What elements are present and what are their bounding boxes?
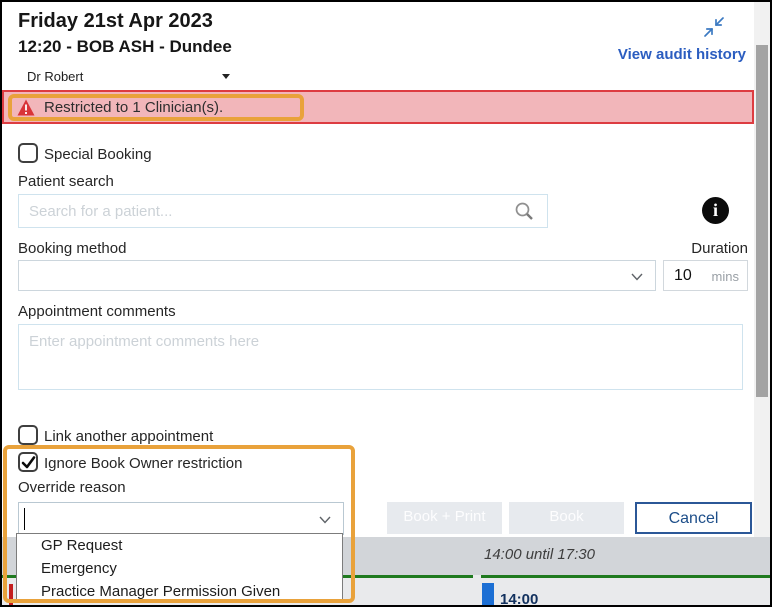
timeline-slot-marker — [482, 583, 494, 605]
ignore-restriction-checkbox[interactable] — [18, 452, 38, 472]
appointment-comments-field — [18, 324, 743, 390]
appointment-comments-label: Appointment comments — [18, 303, 176, 320]
book-print-button[interactable]: Book + Print — [387, 502, 502, 534]
duration-value: 10 — [674, 267, 692, 285]
dropdown-option-gp-request[interactable]: GP Request — [17, 534, 342, 557]
search-icon[interactable] — [514, 201, 534, 221]
dialog-scrollbar[interactable] — [754, 2, 770, 537]
link-appointment-label: Link another appointment — [44, 428, 213, 445]
link-appointment-checkbox[interactable] — [18, 425, 38, 445]
text-cursor — [24, 508, 25, 530]
duration-label: Duration — [662, 240, 748, 257]
duration-field[interactable]: 10 mins — [663, 260, 748, 291]
booking-method-select[interactable] — [18, 260, 656, 291]
timeline-red-marker — [9, 584, 13, 605]
checkmark-icon — [21, 455, 36, 470]
dialog-date-title: Friday 21st Apr 2023 — [18, 10, 213, 33]
special-booking-label: Special Booking — [44, 146, 152, 163]
book-button[interactable]: Book — [509, 502, 624, 534]
booking-method-label: Booking method — [18, 240, 126, 257]
restriction-warning-text: Restricted to 1 Clinician(s). — [44, 99, 223, 116]
dropdown-triangle-icon — [222, 74, 230, 79]
ignore-restriction-label: Ignore Book Owner restriction — [44, 455, 242, 472]
chevron-down-icon — [631, 273, 643, 281]
clinician-select[interactable]: Dr Robert — [18, 65, 240, 88]
restriction-warning-banner: Restricted to 1 Clinician(s). — [2, 90, 754, 124]
timeline-rule-right — [481, 575, 770, 578]
dropdown-option-practice-manager[interactable]: Practice Manager Permission Given — [17, 580, 342, 602]
special-booking-checkbox[interactable] — [18, 143, 38, 163]
patient-search-field — [18, 194, 548, 228]
slot-time-label: 14:00 — [500, 591, 538, 607]
info-icon[interactable]: i — [702, 197, 729, 224]
scrollbar-thumb[interactable] — [756, 45, 768, 397]
view-audit-history-link[interactable]: View audit history — [618, 46, 746, 63]
dropdown-option-emergency[interactable]: Emergency — [17, 557, 342, 580]
dialog-time-patient-title: 12:20 - BOB ASH - Dundee — [18, 37, 232, 57]
duration-unit: mins — [712, 269, 739, 284]
clinician-select-value: Dr Robert — [27, 69, 83, 84]
session-time-range: 14:00 until 17:30 — [484, 546, 595, 563]
override-reason-dropdown-list: GP Request Emergency Practice Manager Pe… — [16, 533, 343, 602]
appointment-comments-textarea[interactable] — [18, 324, 743, 390]
cancel-button[interactable]: Cancel — [635, 502, 752, 534]
chevron-down-icon — [319, 516, 331, 524]
override-reason-label: Override reason — [18, 479, 126, 496]
patient-search-label: Patient search — [18, 173, 114, 190]
override-reason-combobox[interactable] — [18, 502, 344, 535]
patient-search-input[interactable] — [18, 194, 548, 228]
booking-dialog-screen: 14:00 until 17:30 14:00 Friday 21st Apr … — [0, 0, 772, 607]
booking-dialog: Friday 21st Apr 2023 12:20 - BOB ASH - D… — [2, 2, 754, 537]
warning-triangle-icon — [17, 99, 35, 116]
collapse-icon[interactable] — [702, 15, 726, 39]
